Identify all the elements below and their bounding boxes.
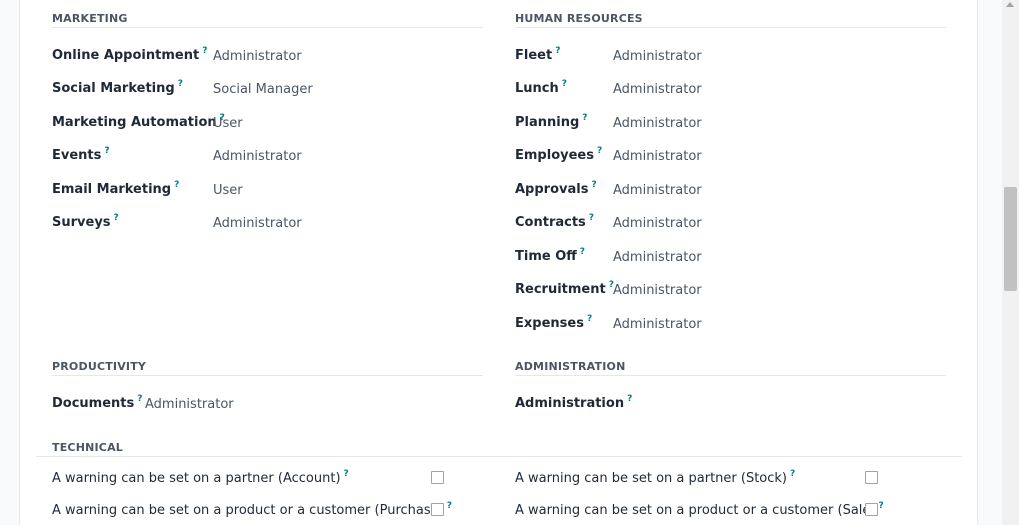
help-icon[interactable]: ? xyxy=(202,46,207,56)
section-title-technical: TECHNICAL xyxy=(52,441,123,454)
section-title-marketing: MARKETING xyxy=(52,12,128,25)
select-recruitment[interactable]: Administrator xyxy=(613,283,702,298)
select-approvals[interactable]: Administrator xyxy=(613,183,702,198)
section-title-productivity: PRODUCTIVITY xyxy=(52,360,147,373)
label-approvals: Approvals? xyxy=(515,180,597,197)
select-surveys[interactable]: Administrator xyxy=(213,216,302,231)
label-warning-product-customer-purchase: A warning can be set on a product or a c… xyxy=(52,501,452,518)
label-planning: Planning? xyxy=(515,113,588,130)
help-icon[interactable]: ? xyxy=(589,213,594,223)
checkbox-warning-partner-stock[interactable] xyxy=(865,471,878,484)
checkbox-warning-product-customer-purchase[interactable] xyxy=(431,503,444,516)
help-icon[interactable]: ? xyxy=(114,213,119,223)
select-marketing-automation[interactable]: User xyxy=(213,116,243,131)
section-divider xyxy=(52,27,483,28)
settings-sheet: MARKETING Online Appointment? Administra… xyxy=(19,0,978,525)
label-recruitment: Recruitment? xyxy=(515,280,614,297)
help-icon[interactable]: ? xyxy=(344,469,349,479)
select-time-off[interactable]: Administrator xyxy=(613,250,702,265)
select-fleet[interactable]: Administrator xyxy=(613,49,702,64)
label-administration: Administration? xyxy=(515,394,633,411)
label-surveys: Surveys? xyxy=(52,213,119,230)
label-social-marketing: Social Marketing? xyxy=(52,79,183,96)
help-icon[interactable]: ? xyxy=(597,146,602,156)
label-lunch: Lunch? xyxy=(515,79,567,96)
label-contracts: Contracts? xyxy=(515,213,595,230)
checkbox-warning-partner-account[interactable] xyxy=(431,471,444,484)
label-fleet: Fleet? xyxy=(515,46,561,63)
label-warning-partner-stock: A warning can be set on a partner (Stock… xyxy=(515,469,796,486)
select-email-marketing[interactable]: User xyxy=(213,183,243,198)
select-contracts[interactable]: Administrator xyxy=(613,216,702,231)
select-online-appointment[interactable]: Administrator xyxy=(213,49,302,64)
select-planning[interactable]: Administrator xyxy=(613,116,702,131)
section-divider xyxy=(52,375,483,376)
label-online-appointment: Online Appointment? xyxy=(52,46,208,63)
help-icon[interactable]: ? xyxy=(580,247,585,257)
label-warning-partner-account: A warning can be set on a partner (Accou… xyxy=(52,469,349,486)
label-email-marketing: Email Marketing? xyxy=(52,180,180,197)
section-divider xyxy=(515,27,946,28)
help-icon[interactable]: ? xyxy=(562,79,567,89)
select-lunch[interactable]: Administrator xyxy=(613,82,702,97)
select-expenses[interactable]: Administrator xyxy=(613,317,702,332)
select-social-marketing[interactable]: Social Manager xyxy=(213,82,313,97)
section-divider xyxy=(515,375,946,376)
scroll-up-arrow-icon[interactable] xyxy=(1006,2,1014,7)
label-events: Events? xyxy=(52,146,110,163)
help-icon[interactable]: ? xyxy=(591,180,596,190)
help-icon[interactable]: ? xyxy=(178,79,183,89)
help-icon[interactable]: ? xyxy=(627,394,632,404)
help-icon[interactable]: ? xyxy=(137,394,142,404)
section-title-administration: ADMINISTRATION xyxy=(515,360,626,373)
label-time-off: Time Off? xyxy=(515,247,586,264)
select-employees[interactable]: Administrator xyxy=(613,149,702,164)
label-marketing-automation: Marketing Automation? xyxy=(52,113,225,130)
help-icon[interactable]: ? xyxy=(879,501,884,511)
section-title-human-resources: HUMAN RESOURCES xyxy=(515,12,643,25)
vertical-scrollbar[interactable] xyxy=(1002,0,1019,525)
help-icon[interactable]: ? xyxy=(587,314,592,324)
help-icon[interactable]: ? xyxy=(104,146,109,156)
label-documents: Documents? xyxy=(52,394,143,411)
select-events[interactable]: Administrator xyxy=(213,149,302,164)
help-icon[interactable]: ? xyxy=(447,501,452,511)
label-employees: Employees? xyxy=(515,146,603,163)
scrollbar-thumb[interactable] xyxy=(1004,187,1017,291)
checkbox-warning-product-customer-sale[interactable] xyxy=(865,503,878,516)
label-expenses: Expenses? xyxy=(515,314,593,331)
section-divider xyxy=(36,456,962,457)
help-icon[interactable]: ? xyxy=(555,46,560,56)
label-warning-product-customer-sale: A warning can be set on a product or a c… xyxy=(515,501,884,518)
help-icon[interactable]: ? xyxy=(790,469,795,479)
help-icon[interactable]: ? xyxy=(582,113,587,123)
select-documents[interactable]: Administrator xyxy=(145,397,234,412)
help-icon[interactable]: ? xyxy=(174,180,179,190)
